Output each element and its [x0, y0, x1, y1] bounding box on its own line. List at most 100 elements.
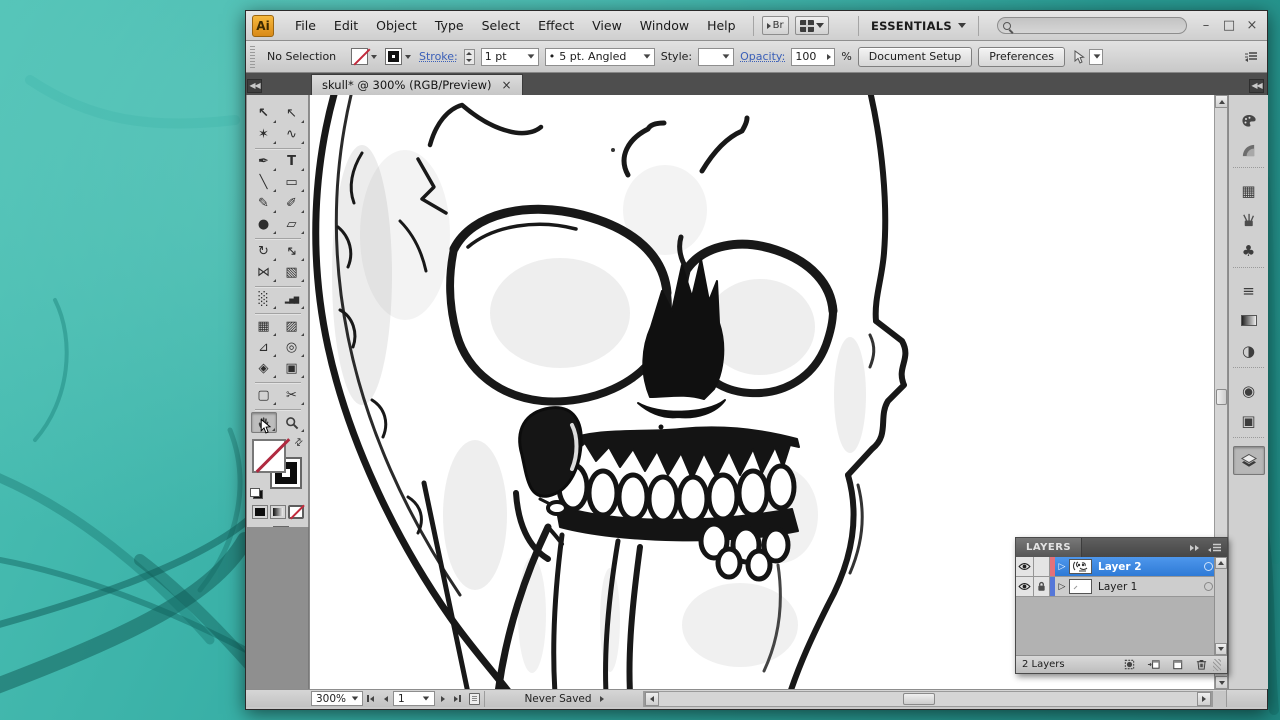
- scroll-up-button[interactable]: [1215, 95, 1228, 108]
- style-combo[interactable]: [698, 48, 734, 66]
- visibility-eye-icon[interactable]: [1016, 577, 1034, 596]
- lasso-tool[interactable]: ∿: [279, 124, 305, 145]
- magic-wand-tool[interactable]: ✶: [251, 124, 277, 145]
- search-input[interactable]: [997, 17, 1187, 34]
- last-artboard-button[interactable]: [450, 691, 465, 706]
- layer-name[interactable]: Layer 2: [1098, 561, 1142, 573]
- layer-target-circle[interactable]: [1204, 582, 1213, 591]
- dock-panel-color-guide[interactable]: [1233, 136, 1265, 165]
- color-button[interactable]: [252, 505, 268, 519]
- menu-object[interactable]: Object: [367, 14, 426, 37]
- selection-tool[interactable]: ↖: [251, 103, 277, 124]
- opacity-input[interactable]: 100: [791, 48, 835, 66]
- mesh-tool[interactable]: ▦: [251, 316, 277, 337]
- swap-fill-stroke-icon[interactable]: ⇄: [292, 436, 306, 450]
- menu-help[interactable]: Help: [698, 14, 745, 37]
- dock-panel-stroke[interactable]: ≡: [1233, 276, 1265, 305]
- close-button[interactable]: ×: [1245, 19, 1259, 33]
- default-fill-stroke-icon[interactable]: [250, 488, 263, 499]
- eraser-tool[interactable]: ▱: [279, 214, 305, 235]
- new-sublayer-button[interactable]: [1141, 657, 1165, 673]
- live-paint-selection-tool[interactable]: ▣: [279, 358, 305, 379]
- stroke-dropdown[interactable]: [403, 48, 413, 65]
- stroke-swatch[interactable]: [385, 48, 402, 65]
- dock-panel-graphic-styles[interactable]: ▣: [1233, 406, 1265, 435]
- minimize-button[interactable]: –: [1199, 19, 1213, 33]
- panel-resize-grip[interactable]: [1213, 659, 1221, 671]
- fill-proxy-swatch[interactable]: [252, 439, 286, 473]
- stroke-panel-link[interactable]: Stroke:: [419, 50, 458, 63]
- layers-scroll-up[interactable]: [1215, 557, 1227, 569]
- fill-swatch[interactable]: [351, 48, 368, 65]
- control-panel-menu[interactable]: [1243, 50, 1259, 64]
- zoom-level-combo[interactable]: 300%: [311, 691, 363, 706]
- layer-thumbnail[interactable]: [1069, 559, 1092, 574]
- zoom-tool[interactable]: [279, 412, 305, 433]
- layers-scrollbar[interactable]: [1214, 557, 1227, 655]
- artboard-navigation-combo[interactable]: 1: [393, 691, 435, 706]
- paintbrush-tool[interactable]: ✎: [251, 193, 277, 214]
- free-transform-tool[interactable]: ▧: [279, 262, 305, 283]
- layer-row-layer-1[interactable]: ▷ Layer 1: [1016, 577, 1227, 597]
- document-tab[interactable]: skull* @ 300% (RGB/Preview) ×: [311, 74, 523, 95]
- stroke-weight-combo[interactable]: 1 pt: [481, 48, 539, 66]
- dock-panel-color[interactable]: [1233, 106, 1265, 135]
- layers-scroll-down[interactable]: [1215, 643, 1227, 655]
- panel-drag-handle[interactable]: [250, 46, 255, 68]
- stroke-weight-stepper[interactable]: [464, 49, 475, 65]
- menu-edit[interactable]: Edit: [325, 14, 367, 37]
- menu-window[interactable]: Window: [631, 14, 698, 37]
- line-segment-tool[interactable]: ╲: [251, 172, 277, 193]
- cursor-options-dropdown[interactable]: [1089, 49, 1103, 65]
- next-artboard-button[interactable]: [435, 691, 450, 706]
- type-tool[interactable]: T: [279, 151, 305, 172]
- close-document-icon[interactable]: ×: [501, 78, 511, 92]
- first-artboard-button[interactable]: [363, 691, 378, 706]
- dock-panel-layers[interactable]: [1233, 446, 1265, 475]
- artboard-tool[interactable]: ▢: [251, 385, 277, 406]
- maximize-button[interactable]: □: [1222, 19, 1236, 33]
- gradient-tool[interactable]: ▨: [279, 316, 305, 337]
- pencil-tool[interactable]: ✐: [279, 193, 305, 214]
- document-setup-button[interactable]: Document Setup: [858, 47, 973, 67]
- toolbar-collapse-button[interactable]: ◀◀: [247, 79, 262, 93]
- preferences-button[interactable]: Preferences: [978, 47, 1065, 67]
- expand-triangle-icon[interactable]: ▷: [1055, 562, 1069, 572]
- gradient-button[interactable]: [270, 505, 286, 519]
- dock-panel-swatches[interactable]: ▦: [1233, 176, 1265, 205]
- rotate-tool[interactable]: ↻: [251, 241, 277, 262]
- symbol-sprayer-tool[interactable]: ░: [251, 289, 277, 310]
- workspace-switcher[interactable]: ESSENTIALS: [852, 16, 985, 36]
- layer-target-circle[interactable]: [1204, 562, 1213, 571]
- column-graph-tool[interactable]: ▂▅▇: [279, 289, 305, 310]
- expand-triangle-icon[interactable]: ▷: [1055, 582, 1069, 592]
- visibility-eye-icon[interactable]: [1016, 557, 1034, 576]
- layer-name[interactable]: Layer 1: [1098, 581, 1137, 593]
- layer-row-layer-2[interactable]: ▷ Layer 2: [1016, 557, 1227, 577]
- layers-tab[interactable]: LAYERS: [1016, 538, 1082, 557]
- slice-tool[interactable]: ✂: [279, 385, 305, 406]
- menu-type[interactable]: Type: [426, 14, 473, 37]
- eyedropper-tool[interactable]: ⊿: [251, 337, 277, 358]
- horizontal-scroll-thumb[interactable]: [903, 693, 935, 705]
- panel-menu-icon[interactable]: [1207, 542, 1222, 554]
- dock-panel-appearance[interactable]: ◉: [1233, 376, 1265, 405]
- make-clipping-mask-button[interactable]: [1117, 657, 1141, 673]
- dock-panel-transparency[interactable]: ◑: [1233, 336, 1265, 365]
- collapse-panel-icon[interactable]: [1190, 545, 1199, 551]
- bridge-button[interactable]: Br: [762, 16, 789, 35]
- scroll-right-button[interactable]: [1197, 692, 1211, 706]
- direct-selection-tool[interactable]: ↖: [279, 103, 305, 124]
- brush-definition-combo[interactable]: • 5 pt. Angled: [545, 48, 655, 66]
- live-paint-bucket-tool[interactable]: ◈: [251, 358, 277, 379]
- lock-toggle-empty[interactable]: [1034, 557, 1050, 576]
- blob-brush-tool[interactable]: ●: [251, 214, 277, 235]
- selection-behavior-group[interactable]: [1071, 49, 1103, 65]
- width-tool[interactable]: ⋈: [251, 262, 277, 283]
- menu-select[interactable]: Select: [473, 14, 530, 37]
- blend-tool[interactable]: ◎: [279, 337, 305, 358]
- scroll-left-button[interactable]: [645, 692, 659, 706]
- menu-effect[interactable]: Effect: [529, 14, 583, 37]
- layer-thumbnail[interactable]: [1069, 579, 1092, 594]
- none-button[interactable]: [288, 505, 304, 519]
